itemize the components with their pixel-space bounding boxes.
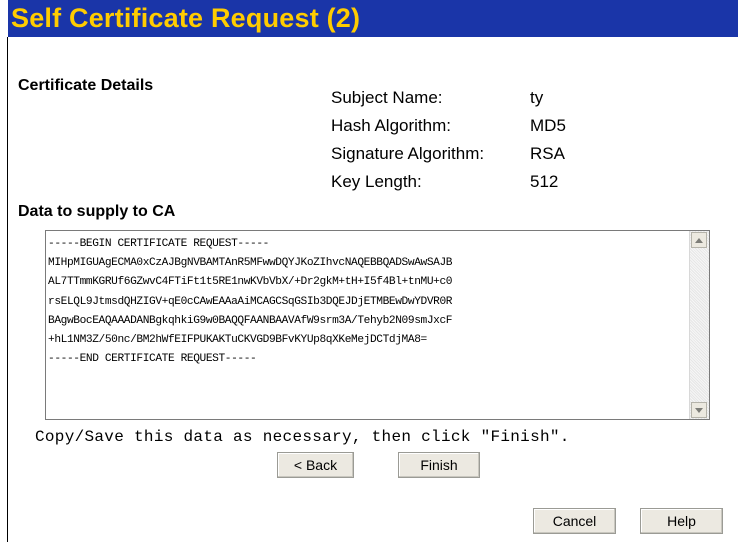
ca-data-heading: Data to supply to CA xyxy=(18,203,176,220)
title-bar: Self Certificate Request (2) xyxy=(8,0,738,37)
arrow-up-icon[interactable] xyxy=(691,232,707,248)
key-length-label: Key Length: xyxy=(331,172,422,191)
finish-button[interactable]: Finish xyxy=(398,452,480,478)
back-button[interactable]: < Back xyxy=(277,452,354,478)
subject-name-label: Subject Name: xyxy=(331,88,443,107)
page-title: Self Certificate Request (2) xyxy=(11,3,361,33)
certificate-request-text[interactable]: -----BEGIN CERTIFICATE REQUEST----- MIHp… xyxy=(48,235,688,369)
hash-algorithm-label: Hash Algorithm: xyxy=(331,116,451,135)
signature-algorithm-label: Signature Algorithm: xyxy=(331,144,485,163)
instruction-text: Copy/Save this data as necessary, then c… xyxy=(35,428,570,446)
cancel-button[interactable]: Cancel xyxy=(533,508,616,534)
subject-name-value: ty xyxy=(530,88,544,107)
key-length-value: 512 xyxy=(530,172,559,191)
signature-algorithm-value: RSA xyxy=(530,144,565,163)
certificate-details-heading: Certificate Details xyxy=(18,77,154,94)
left-border-line xyxy=(7,37,8,542)
certificate-request-textarea[interactable]: -----BEGIN CERTIFICATE REQUEST----- MIHp… xyxy=(45,230,710,420)
hash-algorithm-value: MD5 xyxy=(530,116,566,135)
vertical-scrollbar[interactable] xyxy=(689,231,709,419)
help-button[interactable]: Help xyxy=(640,508,723,534)
arrow-down-icon[interactable] xyxy=(691,402,707,418)
